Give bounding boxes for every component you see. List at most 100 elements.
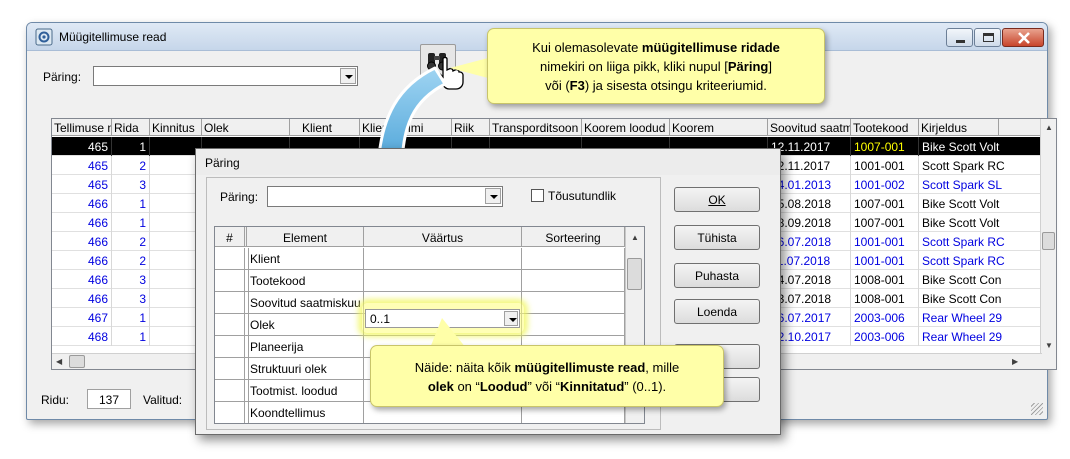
cancel-button[interactable]: Tühista bbox=[674, 225, 760, 250]
table-cell[interactable]: 1007-001 bbox=[851, 194, 919, 213]
rows-count: 137 bbox=[87, 389, 131, 409]
resize-grip-icon[interactable] bbox=[1031, 403, 1043, 415]
criteria-row[interactable]: Klient bbox=[215, 248, 625, 270]
table-cell[interactable]: 468 bbox=[52, 327, 112, 346]
criteria-row-number[interactable] bbox=[215, 248, 245, 270]
criteria-value[interactable] bbox=[364, 270, 522, 292]
callout-text: Näide: näita kõik bbox=[414, 360, 515, 375]
ascending-checkbox[interactable] bbox=[531, 189, 544, 202]
table-cell[interactable]: 3 bbox=[112, 270, 150, 289]
chevron-down-icon[interactable] bbox=[485, 188, 501, 204]
table-cell[interactable]: 465 bbox=[52, 175, 112, 194]
col-header[interactable]: Koorem loodud bbox=[582, 119, 670, 136]
col-header[interactable]: Kirjeldus bbox=[919, 119, 999, 136]
callout-text-bold: olek bbox=[427, 379, 454, 394]
count-button[interactable]: Loenda bbox=[674, 299, 760, 324]
rows-label: Ridu: bbox=[41, 393, 70, 407]
table-cell[interactable]: 466 bbox=[52, 194, 112, 213]
criteria-row-number[interactable] bbox=[215, 292, 245, 314]
table-cell[interactable]: 3 bbox=[112, 289, 150, 308]
table-cell[interactable]: 467 bbox=[52, 308, 112, 327]
col-header[interactable]: Tootekood bbox=[851, 119, 919, 136]
table-cell[interactable]: 466 bbox=[52, 232, 112, 251]
table-cell[interactable]: 1 bbox=[112, 308, 150, 327]
table-cell[interactable]: 1001-001 bbox=[851, 251, 919, 270]
close-button[interactable] bbox=[1002, 28, 1044, 47]
clear-button[interactable]: Puhasta bbox=[674, 263, 760, 288]
col-header[interactable]: Rida bbox=[112, 119, 150, 136]
table-cell[interactable]: 2003-006 bbox=[851, 327, 919, 346]
criteria-row-number[interactable] bbox=[215, 402, 245, 423]
criteria-value[interactable] bbox=[364, 248, 522, 270]
col-header[interactable]: Tellimuse n bbox=[52, 119, 112, 136]
criteria-row-number[interactable] bbox=[215, 380, 245, 402]
criteria-scroll-thumb[interactable] bbox=[627, 258, 642, 290]
criteria-sort[interactable] bbox=[522, 314, 625, 336]
table-cell[interactable]: 2003-006 bbox=[851, 308, 919, 327]
ok-label: OK bbox=[708, 193, 726, 207]
table-cell[interactable]: 1 bbox=[112, 137, 150, 156]
scroll-left-icon[interactable]: ◀ bbox=[56, 357, 62, 366]
table-cell[interactable]: 2 bbox=[112, 232, 150, 251]
table-cell[interactable]: Bike Scott Volt bbox=[919, 137, 1042, 156]
grid-vertical-scrollbar[interactable]: ▲ ▼ bbox=[1040, 119, 1056, 369]
table-cell[interactable]: 466 bbox=[52, 213, 112, 232]
col-header[interactable]: Riik bbox=[452, 119, 490, 136]
callout-text-bold: Loodud bbox=[479, 379, 528, 394]
table-cell[interactable]: Bike Scott Volt bbox=[919, 194, 1042, 213]
criteria-row-number[interactable] bbox=[215, 270, 245, 292]
dialog-query-select[interactable] bbox=[267, 186, 503, 207]
table-cell[interactable]: 1007-001 bbox=[851, 137, 919, 156]
table-cell[interactable]: 1001-001 bbox=[851, 156, 919, 175]
table-cell[interactable]: 1001-001 bbox=[851, 232, 919, 251]
query-select[interactable] bbox=[93, 66, 358, 86]
table-cell[interactable]: 1 bbox=[112, 213, 150, 232]
criteria-row[interactable]: Tootekood bbox=[215, 270, 625, 292]
criteria-sort[interactable] bbox=[522, 248, 625, 270]
table-cell[interactable]: Bike Scott Con bbox=[919, 289, 1042, 308]
grid-hscroll-thumb[interactable] bbox=[69, 355, 85, 368]
criteria-sort[interactable] bbox=[522, 292, 625, 314]
col-header[interactable]: Olek bbox=[202, 119, 290, 136]
minimize-button[interactable] bbox=[946, 28, 973, 47]
col-header[interactable]: Transporditsoon bbox=[490, 119, 582, 136]
chevron-down-icon[interactable] bbox=[504, 311, 518, 326]
scroll-right-icon[interactable]: ▶ bbox=[1012, 357, 1018, 366]
criteria-row-number[interactable] bbox=[215, 358, 245, 380]
table-cell[interactable]: Bike Scott Volt bbox=[919, 213, 1042, 232]
table-cell[interactable]: 1001-002 bbox=[851, 175, 919, 194]
dialog-title: Päring bbox=[196, 149, 780, 175]
col-header[interactable]: Soovitud saatm bbox=[768, 119, 851, 136]
maximize-button[interactable] bbox=[974, 28, 1001, 47]
table-cell[interactable]: Scott Spark RC bbox=[919, 232, 1042, 251]
col-header[interactable]: Koorem bbox=[670, 119, 768, 136]
table-cell[interactable]: Scott Spark RC bbox=[919, 156, 1042, 175]
criteria-row-number[interactable] bbox=[215, 314, 245, 336]
table-cell[interactable]: 1 bbox=[112, 194, 150, 213]
table-cell[interactable]: 465 bbox=[52, 156, 112, 175]
criteria-sort[interactable] bbox=[522, 270, 625, 292]
table-cell[interactable]: Bike Scott Con bbox=[919, 270, 1042, 289]
table-cell[interactable]: Rear Wheel 29 bbox=[919, 327, 1042, 346]
table-cell[interactable]: 1007-001 bbox=[851, 213, 919, 232]
table-cell[interactable]: Rear Wheel 29 bbox=[919, 308, 1042, 327]
table-cell[interactable]: 466 bbox=[52, 270, 112, 289]
table-cell[interactable]: 466 bbox=[52, 289, 112, 308]
table-cell[interactable]: 2 bbox=[112, 156, 150, 175]
grid-vscroll-thumb[interactable] bbox=[1042, 232, 1055, 250]
table-cell[interactable]: 1008-001 bbox=[851, 289, 919, 308]
table-cell[interactable]: 3 bbox=[112, 175, 150, 194]
table-cell[interactable]: 465 bbox=[52, 137, 112, 156]
criteria-row-number[interactable] bbox=[215, 336, 245, 358]
table-cell[interactable]: Scott Spark SL bbox=[919, 175, 1042, 194]
scroll-down-icon[interactable]: ▼ bbox=[1045, 341, 1053, 350]
col-header[interactable]: Kinnitus bbox=[150, 119, 202, 136]
table-cell[interactable]: 2 bbox=[112, 251, 150, 270]
ok-button[interactable]: OK bbox=[674, 187, 760, 212]
table-cell[interactable]: 1 bbox=[112, 327, 150, 346]
table-cell[interactable]: Scott Spark RC bbox=[919, 251, 1042, 270]
scroll-up-icon[interactable]: ▲ bbox=[631, 233, 639, 242]
table-cell[interactable]: 466 bbox=[52, 251, 112, 270]
scroll-up-icon[interactable]: ▲ bbox=[1045, 123, 1053, 132]
table-cell[interactable]: 1008-001 bbox=[851, 270, 919, 289]
